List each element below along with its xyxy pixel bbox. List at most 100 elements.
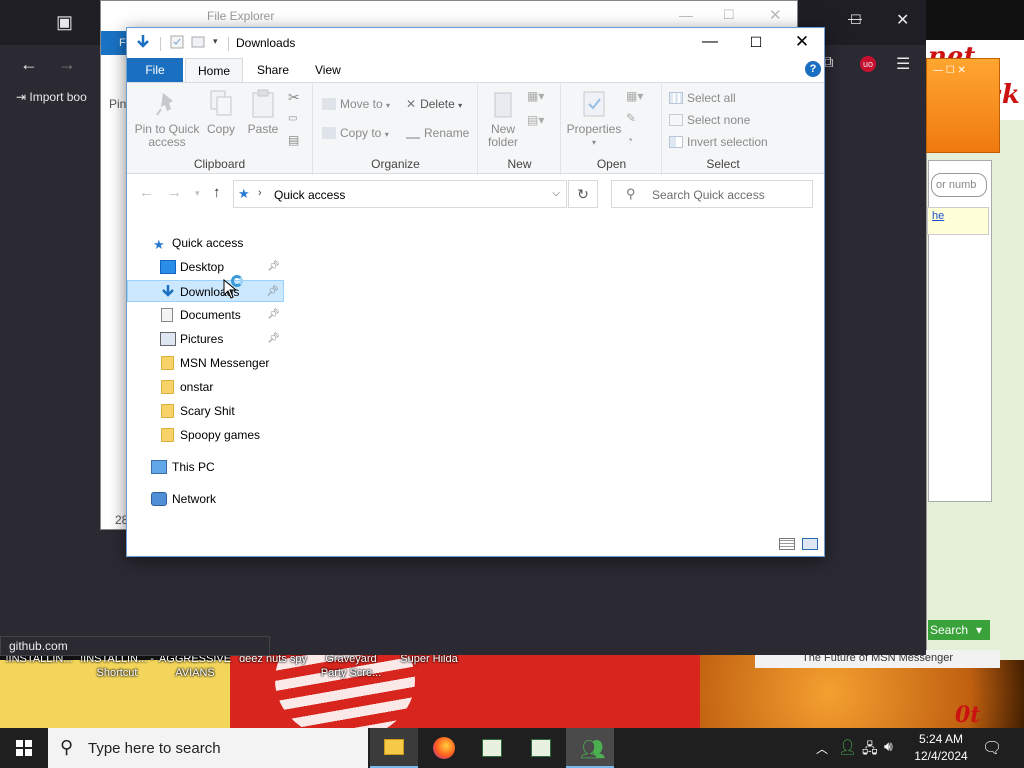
pin-icon[interactable]: 📌︎ — [267, 256, 280, 278]
details-view-icon[interactable] — [779, 538, 795, 550]
network-icon[interactable]: 🖧︎ — [862, 738, 878, 762]
refresh-button[interactable]: ↻ — [568, 180, 598, 208]
bookmark-import[interactable]: ⇥ Import boo — [16, 90, 87, 104]
pin-icon[interactable]: 📌︎ — [267, 328, 280, 350]
properties-button[interactable]: Properties ▾ — [566, 89, 622, 149]
close-button[interactable]: ✕ — [779, 28, 825, 58]
file-explorer-window: ▾ Downloads — ☐ ✕ File Home Share View ︿… — [126, 27, 825, 557]
cut-icon[interactable]: ✂ — [288, 89, 300, 106]
new-item-icon[interactable]: ▦▾ — [527, 89, 544, 103]
tab-list-icon[interactable]: ▣ — [56, 12, 73, 33]
ribbon-group-open: Properties ▾ ▦▾ ✎ ◔ Open — [562, 83, 662, 175]
taskbar-msn-messenger[interactable]: 👥︎ — [566, 728, 614, 768]
clipboard-label: Clipboard — [193, 157, 246, 171]
nav-desktop[interactable]: Desktop 📌︎ — [127, 256, 284, 278]
new-folder-qat-icon[interactable] — [190, 34, 206, 50]
desktop-icon[interactable]: Graveyard Party Scre... — [312, 652, 390, 680]
forward-button[interactable]: → — [167, 184, 182, 201]
folder-icon — [161, 380, 174, 394]
desktop-icon[interactable]: !INSTALLIN... - Shortcut — [78, 652, 156, 680]
file-explorer-icon — [384, 739, 404, 755]
menu-icon[interactable]: ☰ — [896, 54, 910, 74]
new-folder-button[interactable]: New folder — [483, 89, 523, 149]
taskbar-app-4[interactable] — [517, 728, 565, 768]
taskbar-search[interactable]: ⚲ Type here to search — [48, 728, 368, 768]
volume-icon[interactable]: 🔊︎ — [884, 738, 893, 755]
invert-selection-button[interactable]: Invert selection — [669, 135, 768, 149]
tab-file[interactable]: File — [127, 58, 183, 82]
copy-to-button[interactable]: Copy to ▾ — [322, 126, 389, 140]
history-icon[interactable]: ◔ — [626, 133, 633, 147]
msn-search-button[interactable]: Search ▾ — [928, 620, 990, 640]
qat-dropdown-icon[interactable]: ▾ — [213, 36, 218, 47]
busy-spinner-icon — [231, 275, 243, 287]
open-icon[interactable]: ▦▾ — [626, 89, 643, 103]
search-field[interactable]: ⚲ Search Quick access — [611, 180, 813, 208]
show-hidden-icons[interactable]: ︿ — [816, 740, 828, 757]
help-icon[interactable]: ? — [805, 61, 821, 77]
status-bar — [127, 533, 824, 555]
nav-this-pc[interactable]: This PC — [127, 456, 284, 478]
paste-shortcut-icon[interactable]: ▤ — [288, 133, 299, 147]
msn-search-field[interactable]: or numb — [931, 173, 987, 197]
minimize-button[interactable]: — — [687, 28, 733, 58]
delete-button[interactable]: ✕ Delete ▾ — [406, 97, 462, 111]
edit-icon[interactable]: ✎ — [626, 111, 636, 125]
nav-folder-spoopy-games[interactable]: Spoopy games — [127, 424, 284, 446]
pin-icon[interactable]: 📌︎ — [267, 304, 280, 326]
address-field[interactable]: ★ › Quick access ⌵ — [233, 180, 567, 208]
tab-view[interactable]: View — [303, 58, 353, 82]
firefox-icon — [433, 737, 455, 759]
breadcrumb-separator-icon: › — [258, 187, 262, 199]
tab-home[interactable]: Home — [185, 58, 244, 82]
clock[interactable]: 5:24 AM 12/4/2024 — [906, 731, 976, 765]
maximize-button[interactable]: ☐ — [733, 28, 779, 58]
rename-button[interactable]: Rename — [406, 126, 469, 140]
ublock-icon[interactable]: uo — [860, 56, 876, 72]
computer-icon — [151, 460, 167, 474]
nav-network[interactable]: Network — [127, 488, 284, 510]
desktop-icon[interactable]: AGGRESSIVE AVIANS — [156, 652, 234, 680]
move-to-button[interactable]: Move to ▾ — [322, 97, 390, 111]
easy-access-icon[interactable]: ▤▾ — [527, 113, 544, 127]
select-none-button[interactable]: Select none — [669, 113, 750, 127]
search-icon: ⚲ — [626, 186, 636, 201]
notification-icon[interactable]: 🗨︎ — [982, 738, 1002, 758]
invert-selection-icon — [669, 136, 683, 148]
pin-to-quick-access-button[interactable]: Pin to Quick access — [133, 89, 201, 149]
nav-folder-onstar[interactable]: onstar — [127, 376, 284, 398]
close-icon[interactable]: ✕ — [896, 10, 909, 30]
address-dropdown-icon[interactable]: ⌵ — [552, 188, 560, 199]
address-bar-row: ← → ▾ ↑ ★ › Quick access ⌵ ↻ ⚲ Search Qu… — [127, 175, 824, 211]
nav-folder-scary[interactable]: Scary Shit — [127, 400, 284, 422]
nav-folder-msn-messenger[interactable]: MSN Messenger — [127, 352, 284, 374]
paste-button[interactable]: Paste — [245, 89, 281, 136]
pictures-icon — [160, 332, 176, 346]
start-button[interactable] — [0, 728, 48, 768]
back-icon[interactable]: ← — [20, 54, 38, 75]
pin-icon[interactable]: 📌︎ — [266, 281, 279, 303]
msn-tray-icon[interactable]: 👤︎ — [838, 738, 857, 756]
nav-downloads[interactable]: Downloads 📌︎ — [127, 280, 284, 302]
nav-quick-access[interactable]: ★ Quick access — [127, 232, 284, 254]
recent-locations-icon[interactable]: ▾ — [195, 188, 200, 199]
maximize-icon[interactable]: ☐ — [850, 12, 862, 28]
rename-icon — [406, 127, 420, 139]
nav-pictures[interactable]: Pictures 📌︎ — [127, 328, 284, 350]
back-button[interactable]: ← — [139, 184, 154, 201]
select-all-button[interactable]: Select all — [669, 91, 736, 105]
pin-icon — [156, 93, 173, 116]
msn-link[interactable]: he — [927, 207, 989, 235]
tab-share[interactable]: Share — [245, 58, 301, 82]
app-window-icon — [482, 739, 502, 757]
up-button[interactable]: ↑ — [213, 184, 221, 201]
taskbar-firefox[interactable] — [420, 728, 468, 768]
copy-path-icon[interactable]: ▭ — [288, 113, 297, 124]
forward-icon[interactable]: → — [58, 54, 76, 75]
properties-qat-icon[interactable] — [169, 34, 185, 50]
taskbar-file-explorer[interactable] — [370, 728, 418, 768]
large-icons-view-icon[interactable] — [802, 538, 818, 550]
copy-button[interactable]: Copy — [203, 89, 239, 136]
nav-documents[interactable]: Documents 📌︎ — [127, 304, 284, 326]
taskbar-app-3[interactable] — [468, 728, 516, 768]
